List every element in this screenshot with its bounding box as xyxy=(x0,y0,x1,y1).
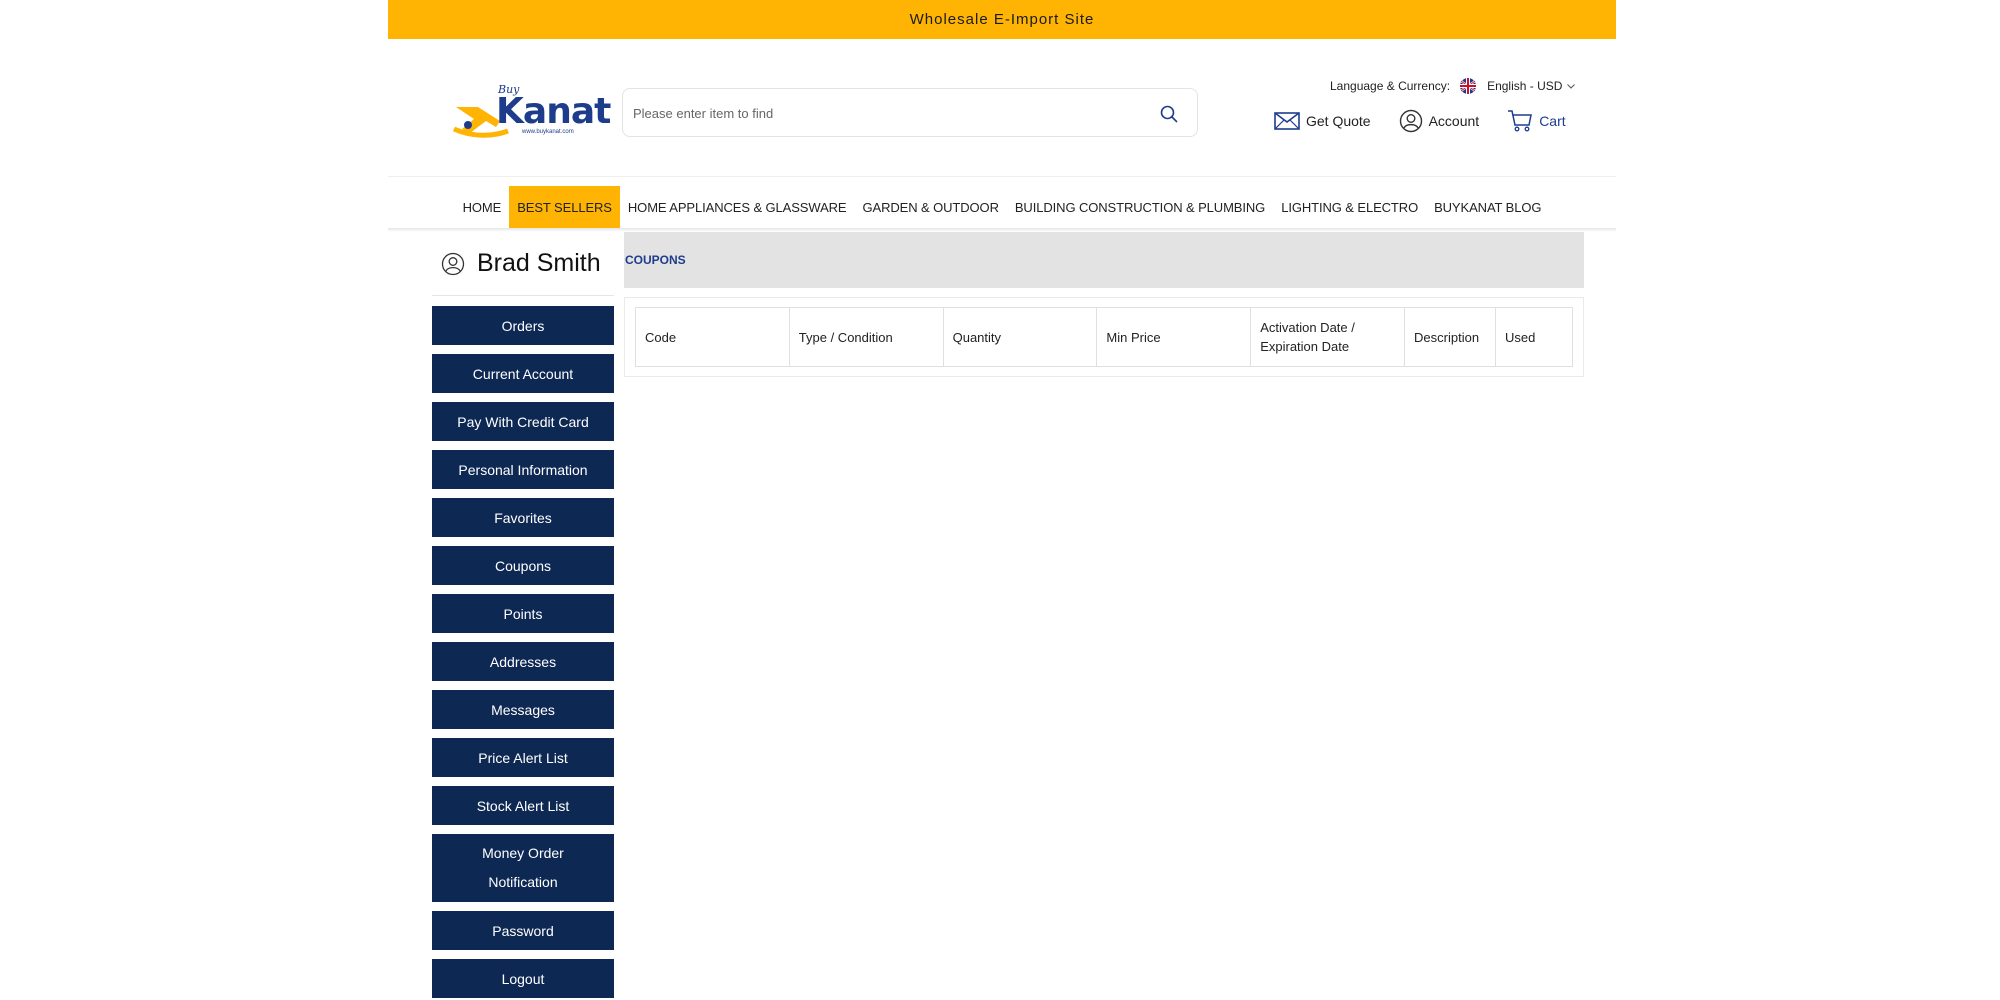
cart-icon xyxy=(1508,110,1533,132)
nav-item-best-sellers[interactable]: BEST SELLERS xyxy=(509,186,620,228)
menu-price-alert-list-button[interactable]: Price Alert List xyxy=(432,738,614,777)
nav-divider xyxy=(388,176,1616,177)
user-profile-header: Brad Smith xyxy=(432,232,614,296)
announcement-bar: Wholesale E-Import Site xyxy=(388,0,1616,39)
menu-current-account-button[interactable]: Current Account xyxy=(432,354,614,393)
column-header-min-price: Min Price xyxy=(1096,307,1252,367)
search-icon[interactable] xyxy=(1159,104,1179,124)
search-box xyxy=(622,88,1198,137)
logo-name-text: Kanat xyxy=(496,91,611,132)
account-link[interactable]: Account xyxy=(1399,109,1480,133)
column-header-activation-expiration-date: Activation Date / Expiration Date xyxy=(1250,307,1406,367)
language-currency-selector[interactable]: Language & Currency: English - USD xyxy=(1330,77,1576,95)
cart-link[interactable]: Cart xyxy=(1507,109,1566,133)
column-header-code: Code xyxy=(635,307,790,367)
user-circle-icon xyxy=(1399,109,1422,133)
get-quote-link[interactable]: Get Quote xyxy=(1274,111,1371,131)
cart-label: Cart xyxy=(1539,113,1566,129)
coupons-table: Code Type / Condition Quantity Min Price… xyxy=(635,307,1573,367)
user-name: Brad Smith xyxy=(477,249,601,277)
nav-item-garden-outdoor[interactable]: GARDEN & OUTDOOR xyxy=(855,186,1007,228)
main-nav: HOME BEST SELLERS HOME APPLIANCES & GLAS… xyxy=(388,186,1616,228)
column-header-used: Used xyxy=(1495,307,1573,367)
site-logo[interactable]: Buy Kanat www.buykanat.com xyxy=(452,83,611,139)
get-quote-label: Get Quote xyxy=(1306,113,1371,129)
nav-item-blog[interactable]: BUYKANAT BLOG xyxy=(1426,186,1549,228)
column-header-type-condition: Type / Condition xyxy=(788,307,944,367)
nav-item-building-construction[interactable]: BUILDING CONSTRUCTION & PLUMBING xyxy=(1007,186,1273,228)
user-circle-icon xyxy=(441,252,465,275)
menu-favorites-button[interactable]: Favorites xyxy=(432,498,614,537)
account-label: Account xyxy=(1428,113,1480,129)
main-content: COUPONS Code Type / Condition Quantity M… xyxy=(624,232,1584,377)
nav-item-home-appliances[interactable]: HOME APPLIANCES & GLASSWARE xyxy=(620,186,855,228)
menu-stock-alert-list-button[interactable]: Stock Alert List xyxy=(432,786,614,825)
search-input[interactable] xyxy=(633,101,1133,125)
nav-item-lighting-electro[interactable]: LIGHTING & ELECTRO xyxy=(1273,186,1426,228)
announcement-text: Wholesale E-Import Site xyxy=(909,11,1095,28)
menu-orders-button[interactable]: Orders xyxy=(432,306,614,345)
menu-password-button[interactable]: Password xyxy=(432,911,614,950)
chevron-down-icon xyxy=(1567,84,1576,89)
nav-item-home[interactable]: HOME xyxy=(455,186,510,228)
column-header-description: Description xyxy=(1404,307,1497,367)
column-header-quantity: Quantity xyxy=(942,307,1098,367)
account-sidebar: Brad Smith Orders Current Account Pay Wi… xyxy=(432,232,614,1000)
menu-logout-button[interactable]: Logout xyxy=(432,959,614,998)
envelope-icon xyxy=(1274,112,1300,130)
language-currency-value: English - USD xyxy=(1487,79,1563,93)
menu-pay-credit-card-button[interactable]: Pay With Credit Card xyxy=(432,402,614,441)
uk-flag-icon xyxy=(1460,78,1477,94)
logo-url-text: www.buykanat.com xyxy=(522,129,574,135)
table-header-row: Code Type / Condition Quantity Min Price… xyxy=(635,307,1573,367)
menu-messages-button[interactable]: Messages xyxy=(432,690,614,729)
site-container: Wholesale E-Import Site Buy Kanat www.bu… xyxy=(388,0,1616,1000)
page-title: COUPONS xyxy=(624,232,1584,288)
account-menu: Orders Current Account Pay With Credit C… xyxy=(432,306,614,998)
header-actions: Get Quote Account Cart xyxy=(1274,109,1566,133)
coupons-table-container: Code Type / Condition Quantity Min Price… xyxy=(624,297,1584,377)
menu-money-order-notification-button[interactable]: Money Order Notification xyxy=(432,834,614,902)
menu-coupons-button[interactable]: Coupons xyxy=(432,546,614,585)
menu-points-button[interactable]: Points xyxy=(432,594,614,633)
menu-personal-information-button[interactable]: Personal Information xyxy=(432,450,614,489)
menu-addresses-button[interactable]: Addresses xyxy=(432,642,614,681)
language-currency-label: Language & Currency: xyxy=(1330,79,1451,93)
